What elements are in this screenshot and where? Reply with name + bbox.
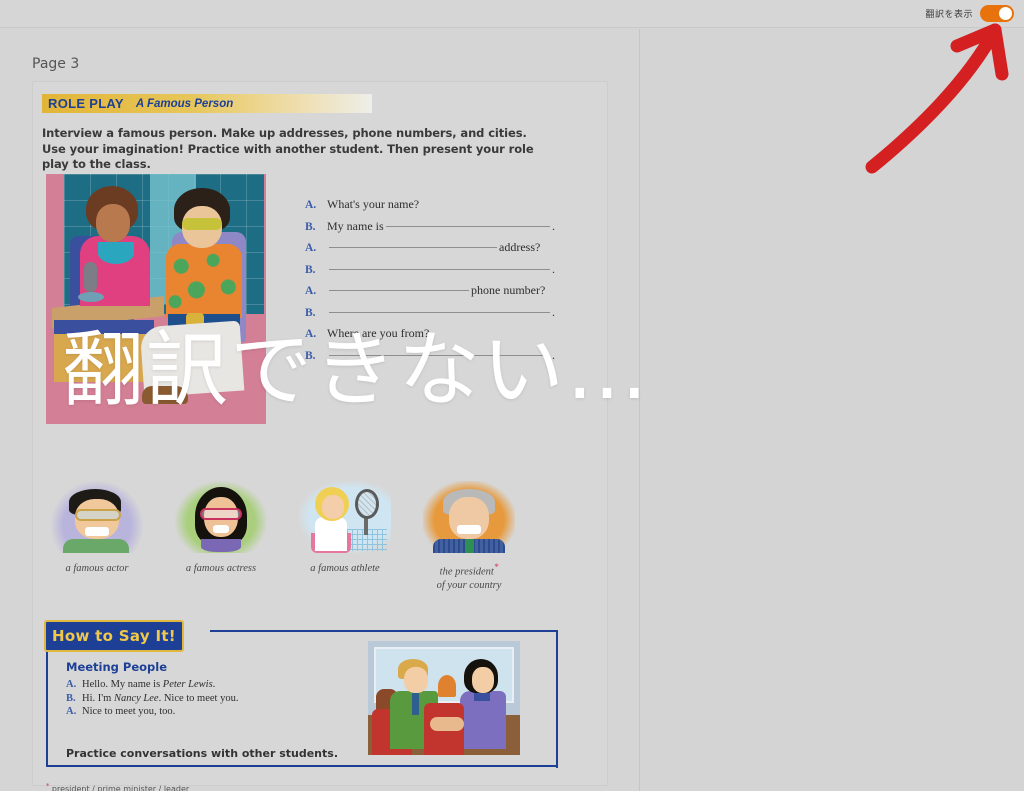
interviewer-face-icon xyxy=(96,204,130,242)
hts-text: Hi. I'm Nancy Lee. Nice to meet you. xyxy=(82,692,239,704)
portrait-caption: a famous actress xyxy=(185,563,257,574)
portrait-item: a famous actor xyxy=(42,481,152,575)
page-label: Page 3 xyxy=(32,56,80,72)
hts-line: B. Hi. I'm Nancy Lee. Nice to meet you. xyxy=(66,693,346,704)
dialogue-text: phone number? xyxy=(471,283,546,297)
man-face-icon xyxy=(404,667,428,693)
dialogue-row: A. phone number? xyxy=(305,283,555,305)
translate-toggle[interactable] xyxy=(980,5,1014,22)
footnote: * president / prime minister / leader xyxy=(46,782,190,791)
role-play-title: ROLE PLAY xyxy=(48,96,124,111)
dialogue-speaker: A. xyxy=(305,199,317,211)
guest-sunglasses-icon xyxy=(182,218,222,230)
dialogue-row: B. . xyxy=(305,262,555,284)
portrait-caption-line2: of your country xyxy=(436,579,502,591)
athlete-illustration xyxy=(299,481,391,553)
man-tie-icon xyxy=(412,693,419,715)
dialogue-speaker: A. xyxy=(305,242,317,254)
top-bar: 翻訳を表示 xyxy=(0,0,1024,28)
dialogue-row: B. My name is . xyxy=(305,219,555,241)
dialogue-row: A. What's your name? xyxy=(305,197,555,219)
guest-shirt-icon xyxy=(166,244,242,318)
hts-line: A. Hello. My name is Peter Lewis. xyxy=(66,679,346,690)
portrait-options: a famous actor a famous actress a famous… xyxy=(42,481,562,616)
how-to-say-it-heading: Meeting People xyxy=(66,660,168,674)
dialogue-text: My name is xyxy=(327,218,384,233)
translate-toggle-label: 翻訳を表示 xyxy=(925,10,973,20)
dialogue-end-punct: . xyxy=(552,261,555,276)
portrait-item: a famous actress xyxy=(166,481,276,575)
background-person-2-icon xyxy=(438,675,456,697)
footnote-star: * xyxy=(46,782,50,790)
dialogue-speaker: B. xyxy=(305,306,316,319)
dialogue-text: What's your name? xyxy=(327,197,420,211)
microphone-base-icon xyxy=(78,292,104,302)
dialogue-text: address? xyxy=(499,240,541,254)
hts-name: Peter Lewis xyxy=(162,679,213,690)
toggle-knob xyxy=(999,7,1012,20)
hts-text: Nice to meet you, too. xyxy=(82,706,176,717)
role-play-banner: ROLE PLAY A Famous Person xyxy=(42,94,372,113)
how-to-say-it-tab-label: How to Say It! xyxy=(52,627,176,645)
fill-in-blank[interactable] xyxy=(329,247,497,248)
fill-in-blank[interactable] xyxy=(329,290,469,291)
microphone-icon xyxy=(84,262,97,292)
woman-face-icon xyxy=(472,667,494,693)
hts-line: A. Nice to meet you, too. xyxy=(66,706,346,717)
how-to-say-it-tab: How to Say It! xyxy=(44,620,184,652)
footnote-marker: * xyxy=(493,562,499,572)
portrait-caption: a famous athlete xyxy=(310,563,380,574)
hts-speaker: B. xyxy=(66,692,76,704)
portrait-item: a famous athlete xyxy=(290,481,400,575)
portrait-caption: a famous actor xyxy=(65,563,129,574)
interviewer-necklace-icon xyxy=(98,242,134,264)
hts-speaker: A. xyxy=(66,706,77,717)
how-to-say-it-top-rule xyxy=(210,630,558,632)
meeting-people-illustration xyxy=(368,641,520,755)
dialogue-row: A. address? xyxy=(305,240,555,262)
actress-illustration xyxy=(175,481,267,553)
role-play-instructions: Interview a famous person. Make up addre… xyxy=(42,126,534,172)
overlay-message: 翻訳できない… xyxy=(62,323,651,418)
dialogue-speaker: B. xyxy=(305,220,316,233)
president-illustration xyxy=(423,481,515,553)
handshake-icon xyxy=(430,717,464,731)
role-play-subtitle: A Famous Person xyxy=(135,97,234,110)
portrait-item: the president* of your country xyxy=(414,481,524,592)
how-to-say-it-right-rule xyxy=(556,630,558,768)
fill-in-blank[interactable] xyxy=(329,311,550,313)
portrait-caption: the president* of your country xyxy=(436,562,502,591)
dialogue-speaker: B. xyxy=(305,263,316,276)
how-to-say-it-footer: Practice conversations with other studen… xyxy=(66,747,338,760)
hts-text: Hello. My name is Peter Lewis. xyxy=(82,679,216,690)
fill-in-blank[interactable] xyxy=(329,268,550,270)
fill-in-blank[interactable] xyxy=(385,225,550,227)
hts-name: Nancy Lee xyxy=(113,692,159,704)
dialogue-end-punct: . xyxy=(552,218,555,233)
actor-illustration xyxy=(51,481,143,553)
app-root: 翻訳を表示 Page 3 ROLE PLAY A Famous Person I… xyxy=(0,0,1024,791)
how-to-say-it-lines: A. Hello. My name is Peter Lewis. B. Hi.… xyxy=(66,679,346,720)
dialogue-end-punct: . xyxy=(552,304,555,319)
dialogue-speaker: A. xyxy=(305,285,317,297)
hts-speaker: A. xyxy=(66,679,77,690)
